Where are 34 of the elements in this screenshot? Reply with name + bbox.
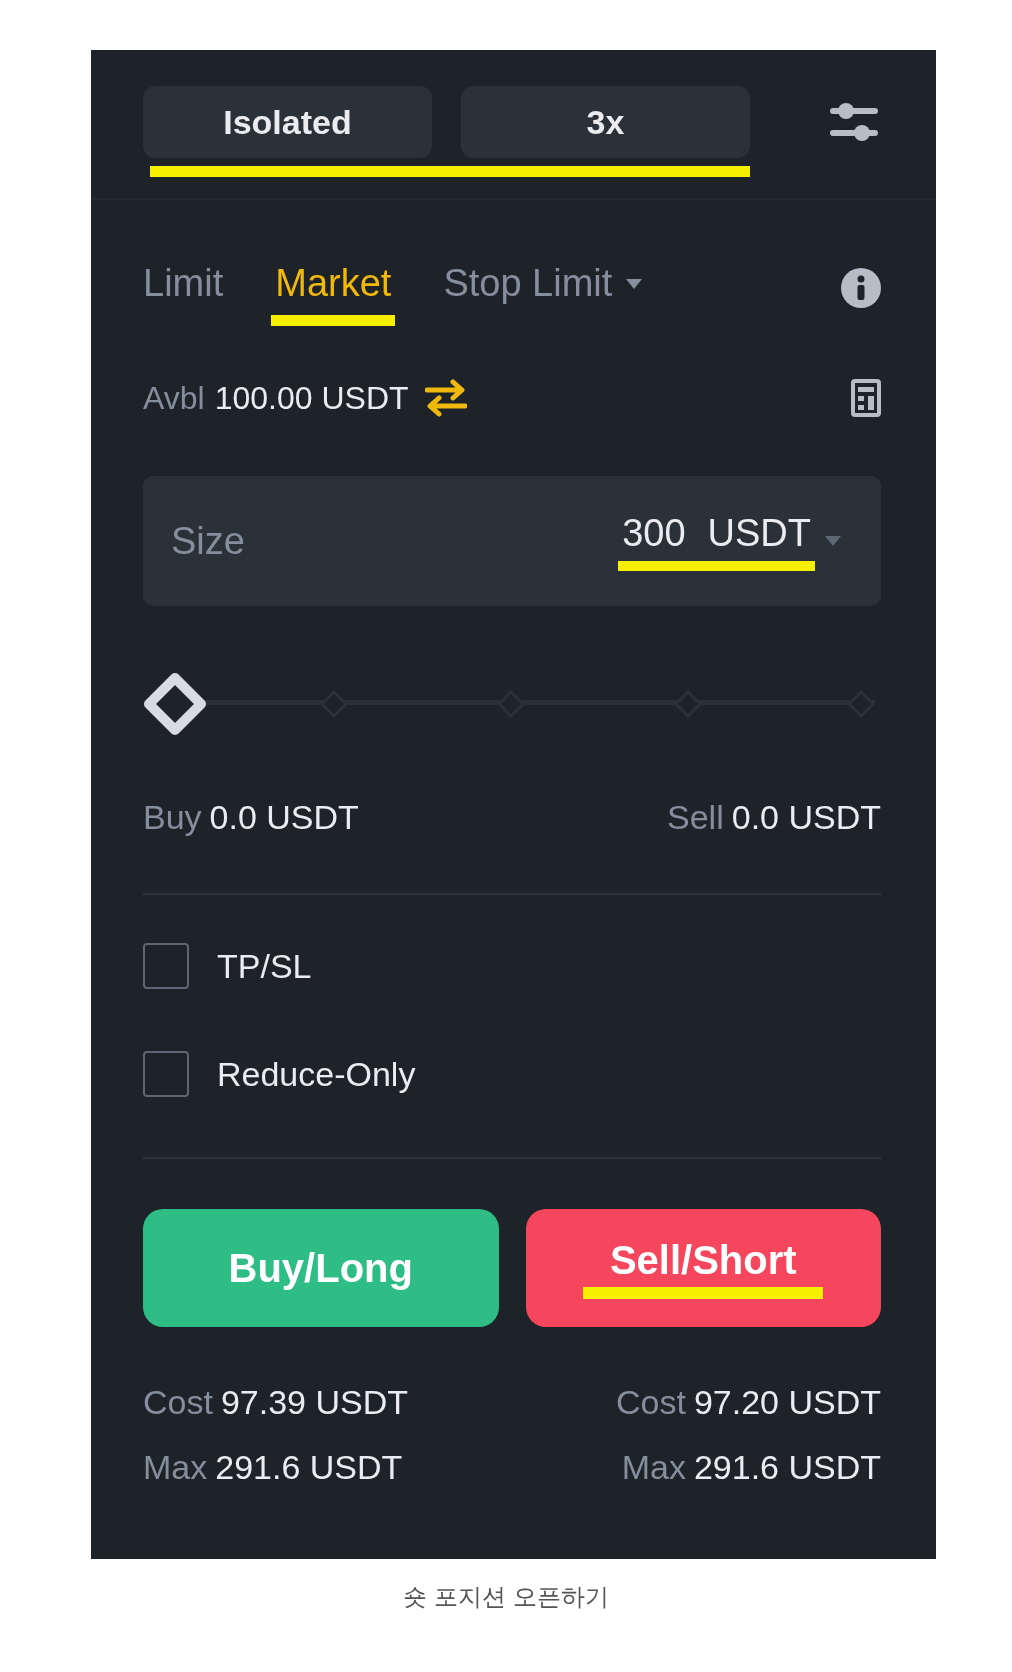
max-label: Max (621, 1448, 686, 1486)
calculator-icon[interactable] (851, 379, 881, 417)
amount-value: 0.0 USDT (209, 798, 359, 836)
max-label: Max (143, 1448, 208, 1486)
sell-button[interactable]: Sell/Short (525, 1209, 881, 1327)
cost-label: Cost (616, 1383, 686, 1421)
max-value: 291.6 USDT (693, 1448, 881, 1486)
size-label: Size (171, 519, 245, 563)
max-value: 291.6 USDT (215, 1448, 403, 1486)
swap-arrows-icon[interactable] (424, 379, 467, 417)
size-unit: USDT (707, 511, 811, 555)
cost-label: Cost (143, 1383, 213, 1421)
margin-button[interactable]: Isolated (143, 86, 432, 158)
amount-value: 0.0 USDT (731, 798, 881, 836)
checkbox-label: Reduce-Only (217, 1054, 416, 1094)
sliders-icon[interactable] (830, 100, 878, 144)
margin-button[interactable]: 3x (461, 86, 750, 158)
info-icon[interactable] (841, 268, 881, 308)
checkbox[interactable] (143, 943, 189, 989)
amount-label: Sell (667, 798, 724, 836)
checkbox[interactable] (143, 1051, 189, 1097)
order-type-tab[interactable]: Market (275, 262, 392, 326)
cost-value: 97.39 USDT (220, 1383, 408, 1421)
amount-label: Buy (143, 798, 202, 836)
available-balance: 100.00 USDT (214, 379, 409, 417)
order-type-tab[interactable]: Stop Limit (443, 262, 643, 305)
available-label: Avbl (143, 379, 205, 417)
checkbox-label: TP/SL (217, 946, 312, 986)
size-field[interactable]: Size 300 USDT (143, 476, 881, 606)
order-type-tab[interactable]: Limit (143, 262, 224, 305)
size-value: 300 (622, 511, 686, 555)
slider-thumb[interactable] (143, 672, 207, 736)
image-caption: 숏 포지션 오픈하기 (402, 1582, 610, 1612)
cost-value: 97.20 USDT (693, 1383, 881, 1421)
